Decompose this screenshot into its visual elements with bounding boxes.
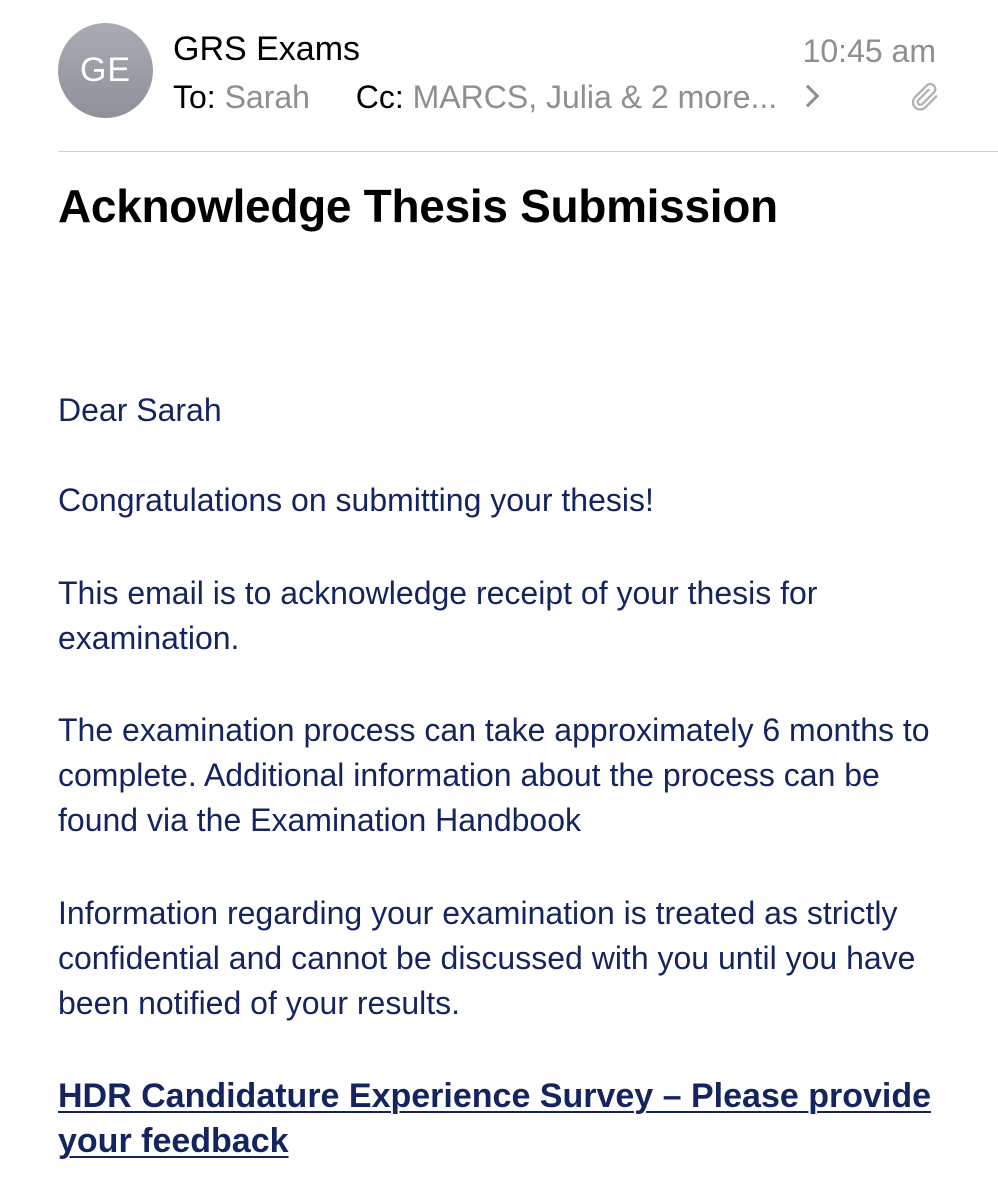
to-recipient: Sarah: [224, 79, 310, 115]
email-header: GE GRS Exams 10:45 am To: Sarah Cc: MARC…: [0, 0, 998, 152]
body-confidential: Information regarding your examination i…: [58, 895, 916, 1021]
email-subject: Acknowledge Thesis Submission: [58, 180, 778, 232]
body-receipt: This email is to acknowledge receipt of …: [58, 575, 818, 656]
cc-label: Cc:: [355, 79, 404, 115]
chevron-right-icon[interactable]: [796, 84, 820, 108]
sender-name[interactable]: GRS Exams: [173, 29, 360, 69]
recipients-line[interactable]: To: Sarah Cc: MARCS, Julia & 2 more...: [173, 77, 820, 117]
cc-recipients: MARCS, Julia & 2 more...: [412, 79, 778, 115]
body-greeting: Dear Sarah: [58, 392, 222, 428]
email-timestamp: 10:45 am: [802, 33, 936, 69]
body-process: The examination process can take approxi…: [58, 712, 930, 838]
survey-link[interactable]: HDR Candidature Experience Survey – Plea…: [58, 1074, 958, 1164]
header-divider: [58, 151, 998, 152]
paperclip-icon: [911, 82, 938, 111]
body-congrats: Congratulations on submitting your thesi…: [58, 482, 654, 518]
sender-avatar[interactable]: GE: [58, 23, 153, 118]
to-label: To:: [173, 79, 216, 115]
